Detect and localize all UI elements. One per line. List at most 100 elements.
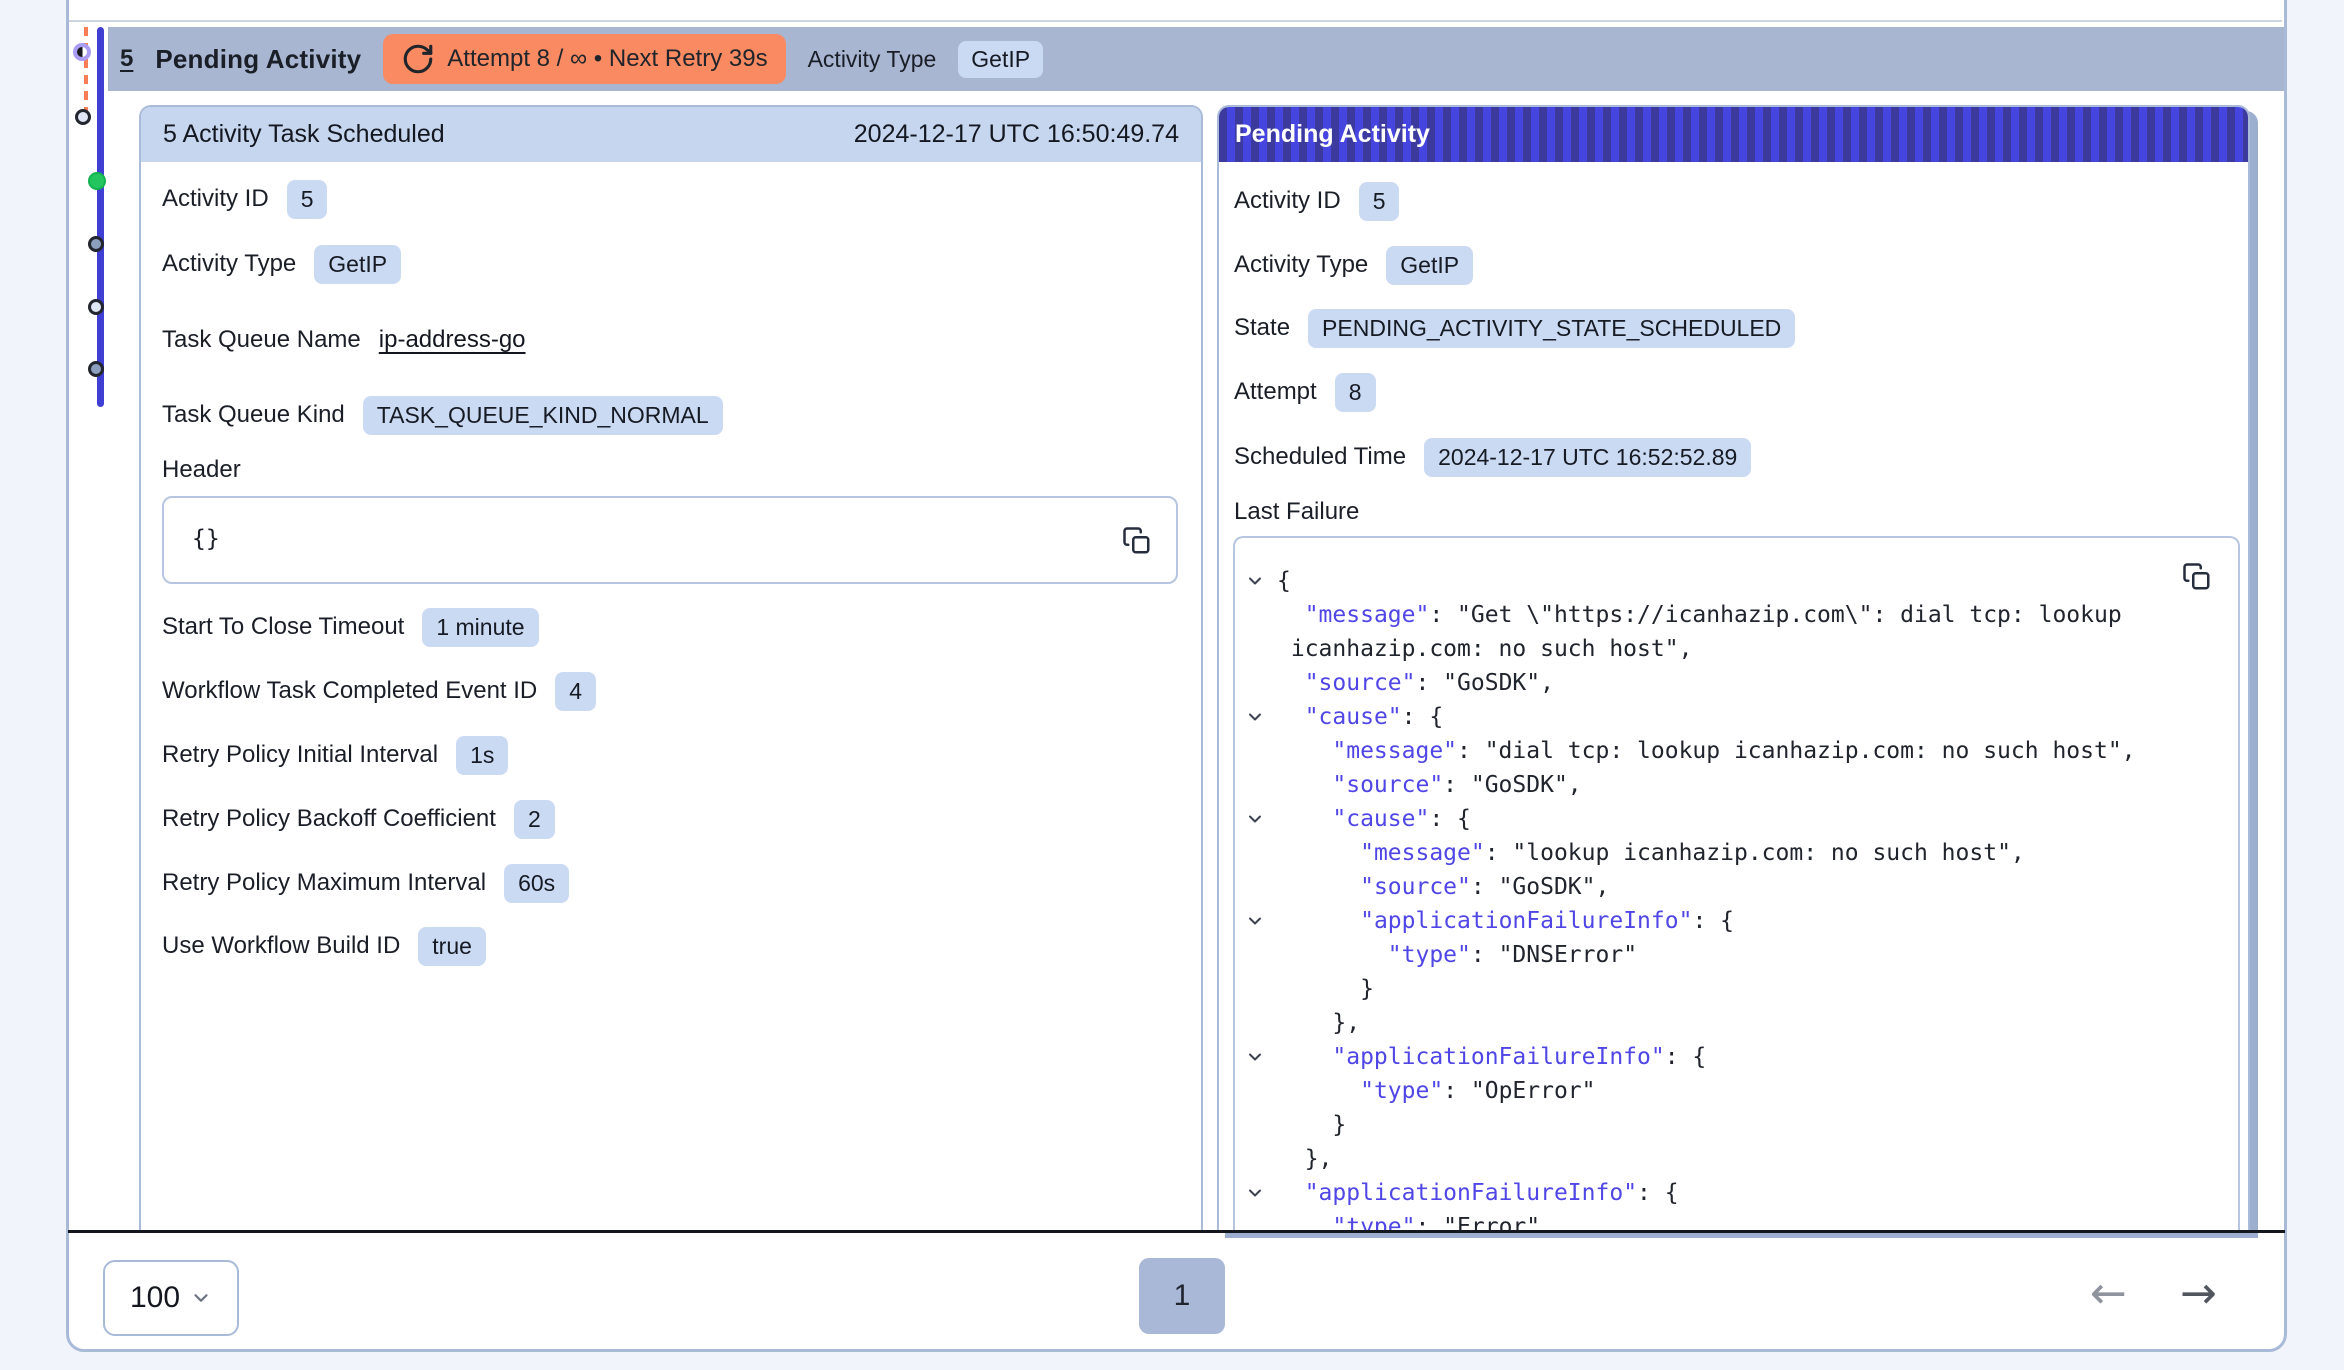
json-code-line: } (1235, 972, 2238, 1006)
json-key: "applicationFailureInfo" (1332, 1044, 1664, 1070)
field-value-chip: 1 minute (422, 608, 538, 647)
json-text: icanhazip.com: no such host", (1277, 636, 1692, 662)
timeline-marker-open[interactable] (75, 109, 91, 125)
pending-activity-title: Pending Activity (1235, 120, 1430, 149)
field-label: Use Workflow Build ID (162, 932, 400, 960)
detail-row: Attempt8 (1234, 370, 1376, 414)
timeline-marker-completed[interactable] (88, 172, 106, 190)
event-header-title: 5 Activity Task Scheduled (163, 120, 445, 149)
event-header-timestamp: 2024-12-17 UTC 16:50:49.74 (854, 120, 1179, 149)
retry-icon (401, 42, 435, 76)
detail-row: Retry Policy Maximum Interval60s (162, 861, 569, 905)
current-page-button[interactable]: 1 (1139, 1258, 1225, 1334)
field-value-chip: 2 (514, 800, 555, 839)
chevron-down-icon[interactable] (1245, 911, 1265, 931)
json-key: "message" (1360, 840, 1485, 866)
json-code-line: "message": "dial tcp: lookup icanhazip.c… (1235, 734, 2238, 768)
json-code-line: }, (1235, 1142, 2238, 1176)
chevron-down-icon[interactable] (1245, 809, 1265, 829)
copy-icon[interactable] (1122, 526, 1152, 556)
json-text: : "OpError" (1443, 1078, 1595, 1104)
header-payload-code: {} (192, 526, 220, 552)
json-text: : { (1692, 908, 1734, 934)
detail-row: Start To Close Timeout1 minute (162, 605, 539, 649)
json-key: "type" (1388, 942, 1471, 968)
json-code-line: } (1235, 1108, 2238, 1142)
field-label: Workflow Task Completed Event ID (162, 677, 537, 705)
activity-type-label: Activity Type (808, 46, 937, 73)
timeline-current-event-marker[interactable] (73, 43, 91, 61)
page-size-select[interactable]: 100 (103, 1260, 239, 1336)
json-code-line: icanhazip.com: no such host", (1235, 632, 2238, 666)
task-queue-link[interactable]: ip-address-go (379, 326, 526, 354)
detail-row: Use Workflow Build IDtrue (162, 924, 486, 968)
header-payload-box: {} (162, 496, 1178, 584)
field-label: Scheduled Time (1234, 443, 1406, 471)
json-key: "source" (1305, 670, 1416, 696)
json-code-line: "source": "GoSDK", (1235, 666, 2238, 700)
json-code-line: "source": "GoSDK", (1235, 768, 2238, 802)
json-text: { (1277, 568, 1291, 594)
field-label: Activity ID (1234, 187, 1341, 215)
prev-page-icon[interactable]: ← (2090, 1272, 2127, 1316)
chevron-down-icon[interactable] (1245, 1183, 1265, 1203)
field-value-chip: 1s (456, 736, 508, 775)
json-code-line: "cause": { (1235, 700, 2238, 734)
json-code-line: "type": "Error" (1235, 1210, 2238, 1232)
chevron-down-icon[interactable] (1245, 707, 1265, 727)
json-key: "source" (1360, 874, 1471, 900)
json-text (1277, 942, 1388, 968)
last-failure-payload-box: { "message": "Get \"https://icanhazip.co… (1233, 536, 2240, 1232)
json-text (1277, 840, 1360, 866)
dropdown-chevron-icon (190, 1287, 212, 1309)
field-label: Retry Policy Backoff Coefficient (162, 805, 496, 833)
json-text: } (1277, 1112, 1346, 1138)
json-key: "applicationFailureInfo" (1305, 1180, 1637, 1206)
json-text: : "DNSError" (1471, 942, 1637, 968)
field-label: Task Queue Name (162, 326, 361, 354)
json-text (1277, 1044, 1332, 1070)
current-page-number: 1 (1174, 1279, 1191, 1313)
json-text: : "GoSDK", (1471, 874, 1609, 900)
json-text: } (1277, 976, 1374, 1002)
field-label: Activity ID (162, 185, 269, 213)
json-key: "cause" (1332, 806, 1429, 832)
json-text (1277, 1078, 1360, 1104)
event-row-header[interactable]: 5 Pending Activity Attempt 8 / ∞ • Next … (108, 27, 2284, 91)
retry-badge: Attempt 8 / ∞ • Next Retry 39s (383, 34, 785, 84)
json-text (1277, 772, 1332, 798)
json-key: "applicationFailureInfo" (1360, 908, 1692, 934)
field-value-chip: PENDING_ACTIVITY_STATE_SCHEDULED (1308, 309, 1795, 348)
field-label: Activity Type (162, 250, 296, 278)
chevron-down-icon[interactable] (1245, 571, 1265, 591)
json-key: "source" (1332, 772, 1443, 798)
json-text: : { (1637, 1180, 1679, 1206)
json-text (1277, 806, 1332, 832)
field-value-chip: 5 (1359, 182, 1400, 221)
footer-divider (68, 1230, 2285, 1233)
json-text (1277, 602, 1305, 628)
timeline-marker[interactable] (88, 299, 104, 315)
pending-activity-card: Pending Activity Activity ID5Activity Ty… (1217, 105, 2250, 1232)
detail-row: Scheduled Time 2024-12-17 UTC 16:52:52.89 (1234, 435, 1751, 479)
activity-task-scheduled-card: 5 Activity Task Scheduled 2024-12-17 UTC… (139, 105, 1203, 1232)
last-failure-label: Last Failure (1234, 498, 1359, 526)
timeline-marker[interactable] (88, 236, 104, 252)
timeline-line (97, 27, 104, 407)
detail-row: StatePENDING_ACTIVITY_STATE_SCHEDULED (1234, 306, 1795, 350)
last-failure-json: { "message": "Get \"https://icanhazip.co… (1235, 564, 2238, 1232)
event-id-link[interactable]: 5 (120, 45, 133, 73)
json-key: "message" (1305, 602, 1430, 628)
detail-row: Workflow Task Completed Event ID4 (162, 669, 596, 713)
copy-icon[interactable] (2182, 562, 2212, 592)
next-page-icon[interactable]: → (2180, 1272, 2217, 1316)
field-value-chip: 2024-12-17 UTC 16:52:52.89 (1424, 438, 1751, 477)
json-code-line: "applicationFailureInfo": { (1235, 1176, 2238, 1210)
timeline-marker[interactable] (88, 361, 104, 377)
json-text: : "lookup icanhazip.com: no such host", (1485, 840, 2025, 866)
chevron-down-icon[interactable] (1245, 1047, 1265, 1067)
json-key: "cause" (1305, 704, 1402, 730)
json-text: : "GoSDK", (1443, 772, 1581, 798)
json-text: }, (1277, 1146, 1332, 1172)
json-key: "message" (1332, 738, 1457, 764)
